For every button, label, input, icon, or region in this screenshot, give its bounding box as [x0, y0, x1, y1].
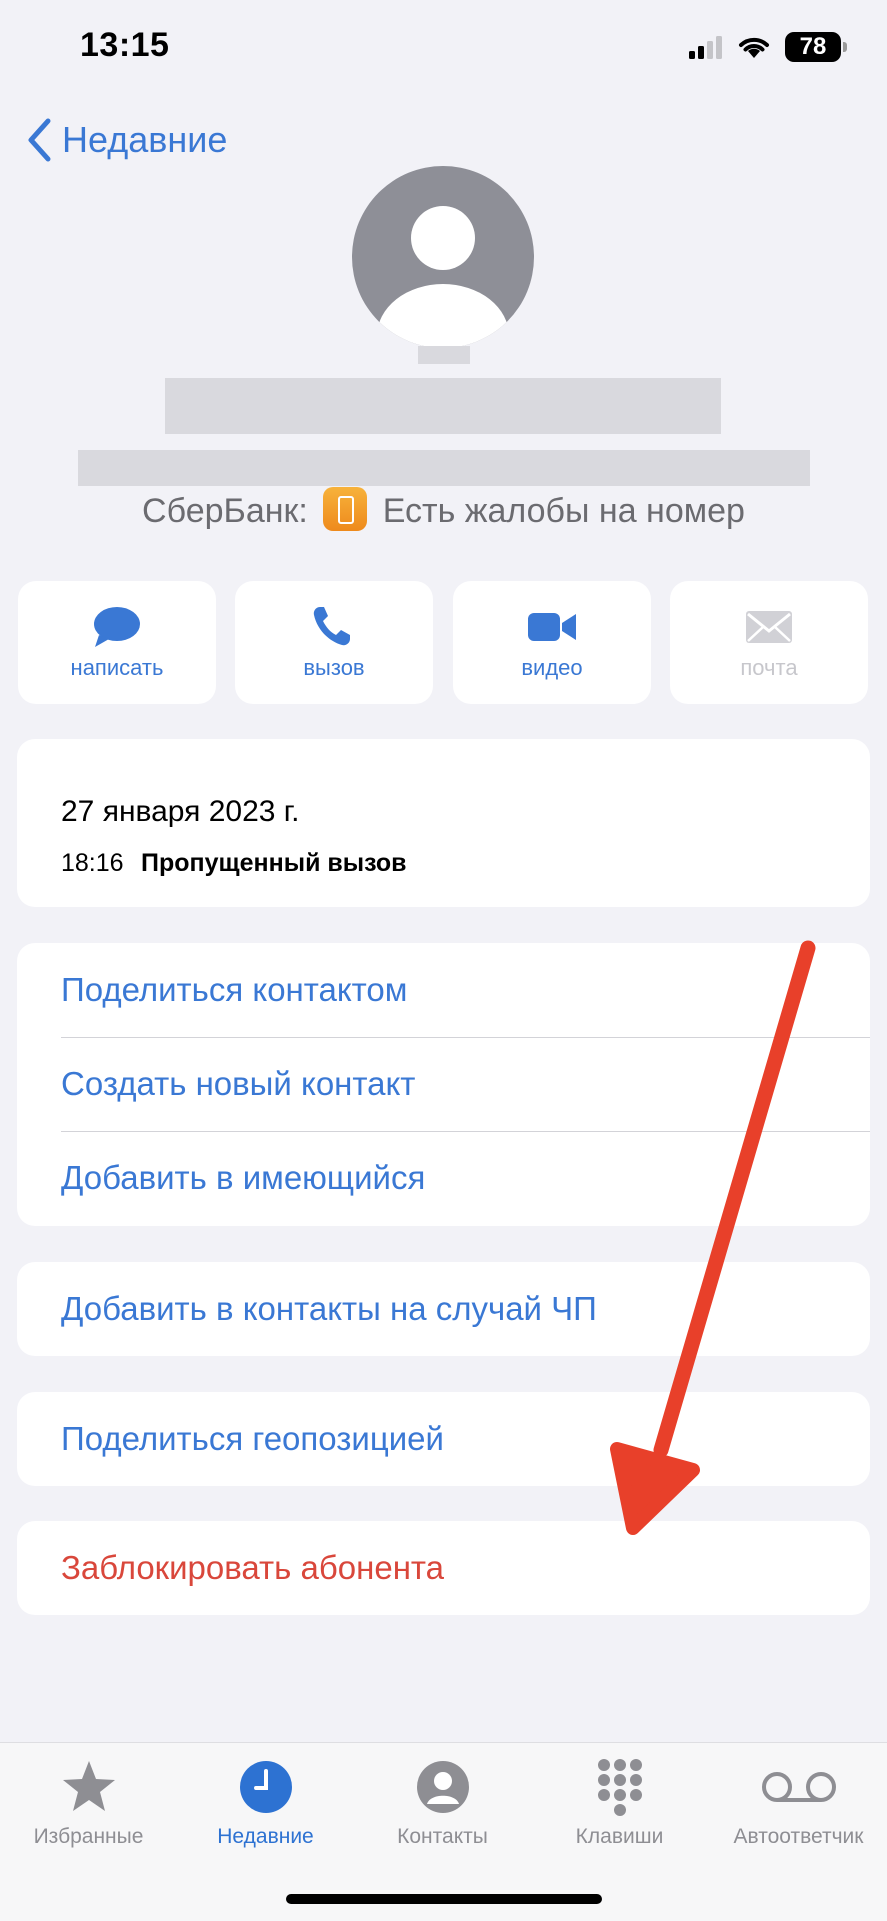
tab-favorites[interactable]: Избранные: [0, 1757, 177, 1849]
person-icon: [416, 1761, 469, 1813]
redacted-label: [418, 346, 470, 364]
location-group: Поделиться геопозицией: [17, 1392, 870, 1486]
message-button[interactable]: написать: [18, 581, 216, 704]
share-location-option[interactable]: Поделиться геопозицией: [17, 1392, 870, 1486]
call-button[interactable]: вызов: [235, 581, 433, 704]
person-silhouette-icon: [377, 206, 509, 348]
back-label: Недавние: [62, 119, 228, 160]
contact-avatar: [352, 166, 534, 348]
back-button[interactable]: Недавние: [26, 118, 227, 162]
tab-keypad-label: Клавиши: [575, 1825, 664, 1848]
tab-voicemail-label: Автоответчик: [733, 1825, 864, 1848]
mail-icon: [746, 610, 792, 643]
add-to-existing-option[interactable]: Добавить в имеющийся: [17, 1131, 870, 1225]
phone-icon: [313, 606, 350, 645]
chevron-left-icon: [28, 118, 51, 162]
status-time: 13:15: [80, 26, 170, 64]
battery-indicator: 78: [785, 32, 847, 62]
call-type: Пропущенный вызов: [141, 849, 407, 877]
tab-recents-label: Недавние: [217, 1825, 314, 1848]
call-date: 27 января 2023 г.: [61, 795, 300, 828]
emergency-group: Добавить в контакты на случай ЧП: [17, 1262, 870, 1356]
message-icon: [94, 606, 140, 647]
call-log-card: 27 января 2023 г. 18:16 Пропущенный вызо…: [17, 739, 870, 907]
video-icon: [528, 612, 576, 641]
battery-level: 78: [799, 33, 827, 60]
caller-tag-prefix: СберБанк:: [142, 492, 308, 530]
contact-options-group: Поделиться контактом Создать новый конта…: [17, 943, 870, 1226]
message-label: написать: [70, 654, 164, 680]
call-time: 18:16: [61, 849, 124, 877]
tab-contacts-label: Контакты: [397, 1825, 488, 1848]
add-emergency-contact-option[interactable]: Добавить в контакты на случай ЧП: [17, 1262, 870, 1356]
caller-tag: СберБанк: Есть жалобы на номер: [0, 487, 887, 531]
cellular-signal-icon: [689, 36, 722, 59]
home-indicator: [286, 1894, 602, 1904]
star-icon: [62, 1761, 115, 1811]
mail-button[interactable]: почта: [670, 581, 868, 704]
call-label: вызов: [303, 654, 365, 680]
redacted-name: [165, 378, 721, 434]
status-icons: 78: [689, 32, 847, 62]
tab-voicemail[interactable]: Автоответчик: [710, 1757, 887, 1849]
clock-icon: [239, 1761, 292, 1813]
wifi-icon: [739, 37, 769, 58]
create-contact-option[interactable]: Создать новый контакт: [17, 1037, 870, 1131]
caller-tag-text: Есть жалобы на номер: [382, 492, 745, 530]
share-contact-option[interactable]: Поделиться контактом: [17, 943, 870, 1037]
keypad-icon: [597, 1759, 642, 1816]
tab-contacts[interactable]: Контакты: [354, 1757, 531, 1849]
block-group: Заблокировать абонента: [17, 1521, 870, 1615]
video-button[interactable]: видео: [453, 581, 651, 704]
block-caller-option[interactable]: Заблокировать абонента: [17, 1521, 870, 1615]
spam-warning-icon: [323, 487, 368, 531]
tab-favorites-label: Избранные: [33, 1825, 144, 1848]
tab-recents[interactable]: Недавние: [177, 1757, 354, 1849]
mail-label: почта: [740, 654, 798, 680]
tab-keypad[interactable]: Клавиши: [531, 1757, 708, 1849]
video-label: видео: [521, 654, 583, 680]
redacted-number: [78, 450, 810, 486]
voicemail-icon: [761, 1772, 836, 1802]
